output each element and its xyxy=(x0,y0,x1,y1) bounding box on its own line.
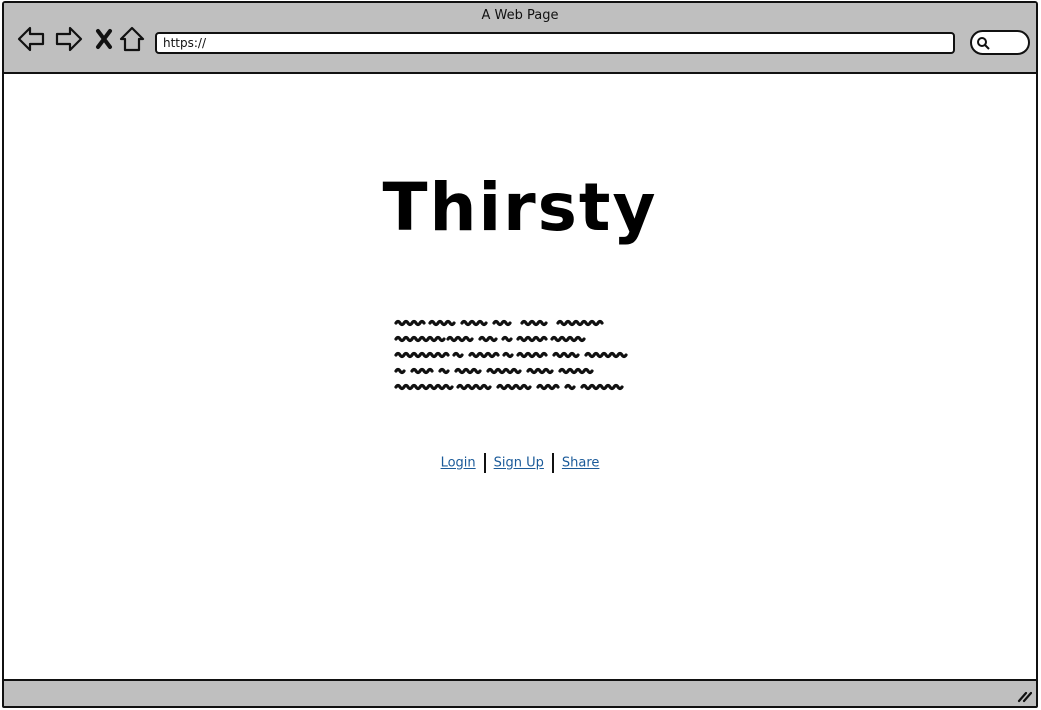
browser-toolbar: A Web Page https:// xyxy=(4,3,1036,74)
login-link[interactable]: Login xyxy=(441,456,476,471)
resize-grip-icon[interactable] xyxy=(1016,689,1032,703)
search-field[interactable] xyxy=(970,30,1030,55)
page-heading: Thirsty xyxy=(382,169,658,246)
forward-arrow-icon xyxy=(55,26,83,52)
back-arrow-icon xyxy=(17,26,45,52)
signup-link[interactable]: Sign Up xyxy=(494,456,544,471)
browser-window: A Web Page https:// Thirsty Login Sign U… xyxy=(2,1,1038,708)
stop-button[interactable] xyxy=(89,24,119,54)
search-icon xyxy=(977,37,990,50)
address-bar-text: https:// xyxy=(163,36,207,50)
home-button[interactable] xyxy=(117,24,147,54)
window-title: A Web Page xyxy=(481,8,559,23)
page-content: Thirsty Login Sign Up Share xyxy=(4,76,1036,679)
home-icon xyxy=(119,26,145,52)
auth-links: Login Sign Up Share xyxy=(4,453,1036,473)
close-x-icon xyxy=(96,29,112,49)
link-divider xyxy=(551,453,554,473)
forward-button[interactable] xyxy=(54,24,84,54)
link-divider xyxy=(483,453,486,473)
status-bar xyxy=(4,679,1036,706)
share-link[interactable]: Share xyxy=(562,456,600,471)
address-bar[interactable]: https:// xyxy=(155,32,955,54)
back-button[interactable] xyxy=(16,24,46,54)
placeholder-text-block xyxy=(394,319,628,391)
